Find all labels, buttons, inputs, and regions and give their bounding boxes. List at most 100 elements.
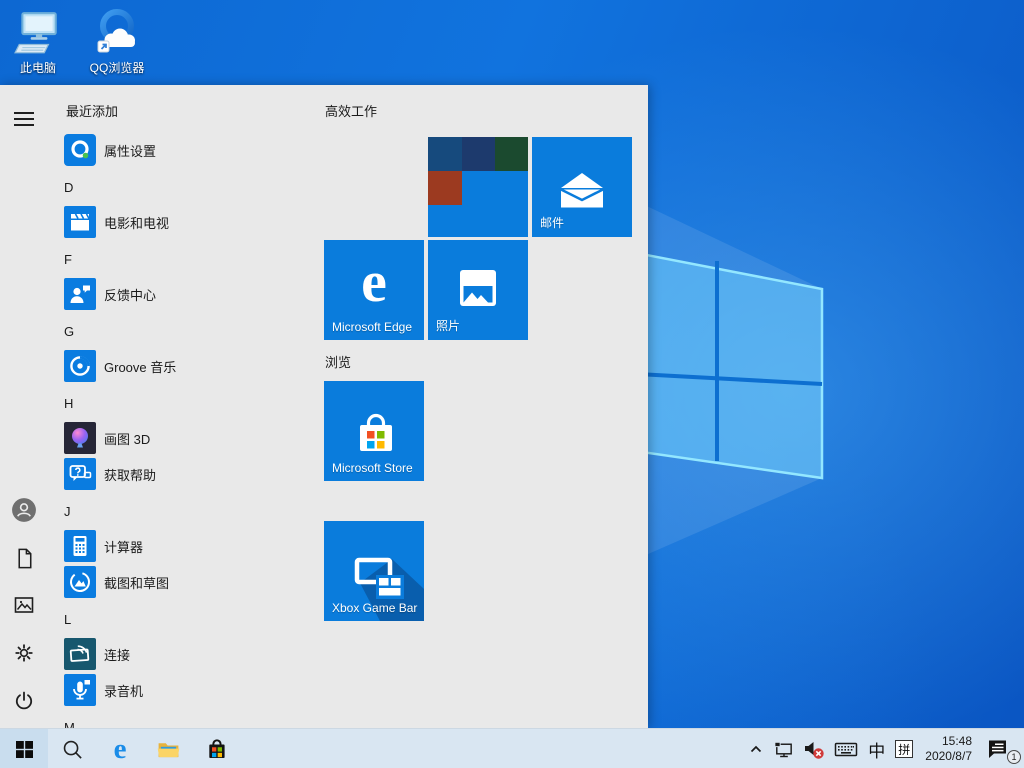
app-row-get-help[interactable]: 获取帮助 xyxy=(64,458,310,490)
tray-touch-keyboard-button[interactable] xyxy=(830,729,862,768)
taskbar: e xyxy=(0,728,1024,768)
app-list-letter-h[interactable]: H xyxy=(64,386,264,422)
start-menu: 最近添加 属性设置 D 电影和电视 F xyxy=(0,85,648,728)
app-row-feedback-hub[interactable]: 反馈中心 xyxy=(64,278,310,310)
qq-browser-icon xyxy=(90,5,144,58)
tile-microsoft-edge[interactable]: e Microsoft Edge xyxy=(324,240,424,340)
desktop: 此电脑 QQ浏览器 xyxy=(0,0,1024,768)
hamburger-icon xyxy=(13,111,35,127)
live-tile-square xyxy=(462,137,495,171)
taskbar-file-explorer-button[interactable] xyxy=(144,729,192,768)
live-tile-square xyxy=(495,137,528,171)
desktop-icon-this-pc[interactable]: 此电脑 xyxy=(6,8,70,76)
tray-ime-pinyin-button[interactable]: 拼 xyxy=(895,740,913,758)
tile-label: Microsoft Edge xyxy=(332,320,412,334)
edge-icon: e xyxy=(324,248,424,315)
start-menu-rail xyxy=(0,85,48,728)
app-row-movies-tv[interactable]: 电影和电视 xyxy=(64,206,310,238)
keyboard-icon xyxy=(833,737,859,761)
movies-tv-icon xyxy=(64,206,96,238)
power-button[interactable] xyxy=(0,679,48,723)
app-label: 截图和草图 xyxy=(104,573,169,592)
tray-ime-mode-button[interactable]: 中 xyxy=(862,729,891,768)
app-label: 计算器 xyxy=(104,537,143,556)
taskbar-edge-button[interactable]: e xyxy=(96,729,144,768)
app-label: 录音机 xyxy=(104,681,143,700)
tile-label: 照片 xyxy=(436,317,460,334)
system-tray: 中 拼 15:48 2020/8/7 1 xyxy=(743,729,1024,768)
app-label: 反馈中心 xyxy=(104,285,156,304)
tile-label: Xbox Game Bar xyxy=(332,601,417,615)
snip-sketch-icon xyxy=(64,566,96,598)
app-row-paint3d[interactable]: 画图 3D xyxy=(64,422,310,454)
edge-icon: e xyxy=(114,735,127,764)
tile-live-people[interactable] xyxy=(428,137,528,237)
get-help-icon xyxy=(64,458,96,490)
taskbar-store-button[interactable] xyxy=(192,729,240,768)
app-list-letter-f[interactable]: F xyxy=(64,242,264,278)
qq-settings-icon xyxy=(64,134,96,166)
document-icon xyxy=(13,547,36,570)
app-list-letter-j[interactable]: J xyxy=(64,494,264,530)
this-pc-icon xyxy=(13,8,63,58)
user-account-button[interactable] xyxy=(0,488,48,532)
app-label: Groove 音乐 xyxy=(104,357,176,376)
connect-icon xyxy=(64,638,96,670)
live-tile-square xyxy=(428,171,462,205)
tile-photos[interactable]: 照片 xyxy=(428,240,528,340)
app-row-snip-sketch[interactable]: 截图和草图 xyxy=(64,566,310,598)
app-list-letter-d[interactable]: D xyxy=(64,170,264,206)
documents-button[interactable] xyxy=(0,536,48,580)
pictures-icon xyxy=(12,593,36,617)
app-label: 电影和电视 xyxy=(104,213,169,232)
paint3d-icon xyxy=(64,422,96,454)
desktop-icon-label: 此电脑 xyxy=(6,59,70,76)
user-avatar-icon xyxy=(11,497,37,523)
app-label: 画图 3D xyxy=(104,429,150,448)
volume-muted-icon xyxy=(801,737,827,761)
expand-menu-button[interactable] xyxy=(0,97,48,141)
app-row-voice-recorder[interactable]: 录音机 xyxy=(64,674,310,706)
groove-music-icon xyxy=(64,350,96,382)
app-label: 获取帮助 xyxy=(104,465,156,484)
action-center-button[interactable]: 1 xyxy=(980,729,1024,768)
recently-added-header: 最近添加 xyxy=(66,101,118,120)
windows-logo-icon xyxy=(16,741,33,758)
app-row-groove-music[interactable]: Groove 音乐 xyxy=(64,350,310,382)
feedback-hub-icon xyxy=(64,278,96,310)
app-label: 属性设置 xyxy=(104,141,156,160)
settings-button[interactable] xyxy=(0,631,48,675)
tray-volume-muted-button[interactable] xyxy=(798,729,830,768)
chevron-up-icon xyxy=(746,739,766,759)
tray-time: 15:48 xyxy=(925,734,972,749)
gear-icon xyxy=(12,641,36,665)
tile-xbox-game-bar[interactable]: Xbox Game Bar xyxy=(324,521,424,621)
app-list-letter-l[interactable]: L xyxy=(64,602,264,638)
tray-network-icon-button[interactable] xyxy=(769,729,798,768)
tray-date: 2020/8/7 xyxy=(925,749,972,764)
voice-recorder-icon xyxy=(64,674,96,706)
notification-badge: 1 xyxy=(1007,750,1021,764)
tile-group-header-explore: 浏览 xyxy=(325,352,351,371)
app-list-letter-g[interactable]: G xyxy=(64,314,264,350)
file-explorer-icon xyxy=(155,736,182,763)
app-row-connect[interactable]: 连接 xyxy=(64,638,310,670)
tile-label: Microsoft Store xyxy=(332,461,413,475)
tile-group-header-productivity: 高效工作 xyxy=(325,101,377,120)
calculator-icon xyxy=(64,530,96,562)
store-icon xyxy=(203,736,230,763)
tile-microsoft-store[interactable]: Microsoft Store xyxy=(324,381,424,481)
start-button[interactable] xyxy=(0,729,48,768)
tile-label: 邮件 xyxy=(540,214,564,231)
app-list-letter-m[interactable]: M xyxy=(64,710,264,728)
tray-show-hidden-icons[interactable] xyxy=(743,729,769,768)
app-row-properties[interactable]: 属性设置 xyxy=(64,134,310,166)
live-tile-square xyxy=(428,137,462,171)
tray-clock[interactable]: 15:48 2020/8/7 xyxy=(917,729,980,768)
search-button[interactable] xyxy=(48,729,96,768)
pictures-button[interactable] xyxy=(0,583,48,627)
desktop-icon-label: QQ浏览器 xyxy=(85,59,149,76)
tile-mail[interactable]: 邮件 xyxy=(532,137,632,237)
app-row-calculator[interactable]: 计算器 xyxy=(64,530,310,562)
desktop-icon-qq-browser[interactable]: QQ浏览器 xyxy=(85,5,149,76)
